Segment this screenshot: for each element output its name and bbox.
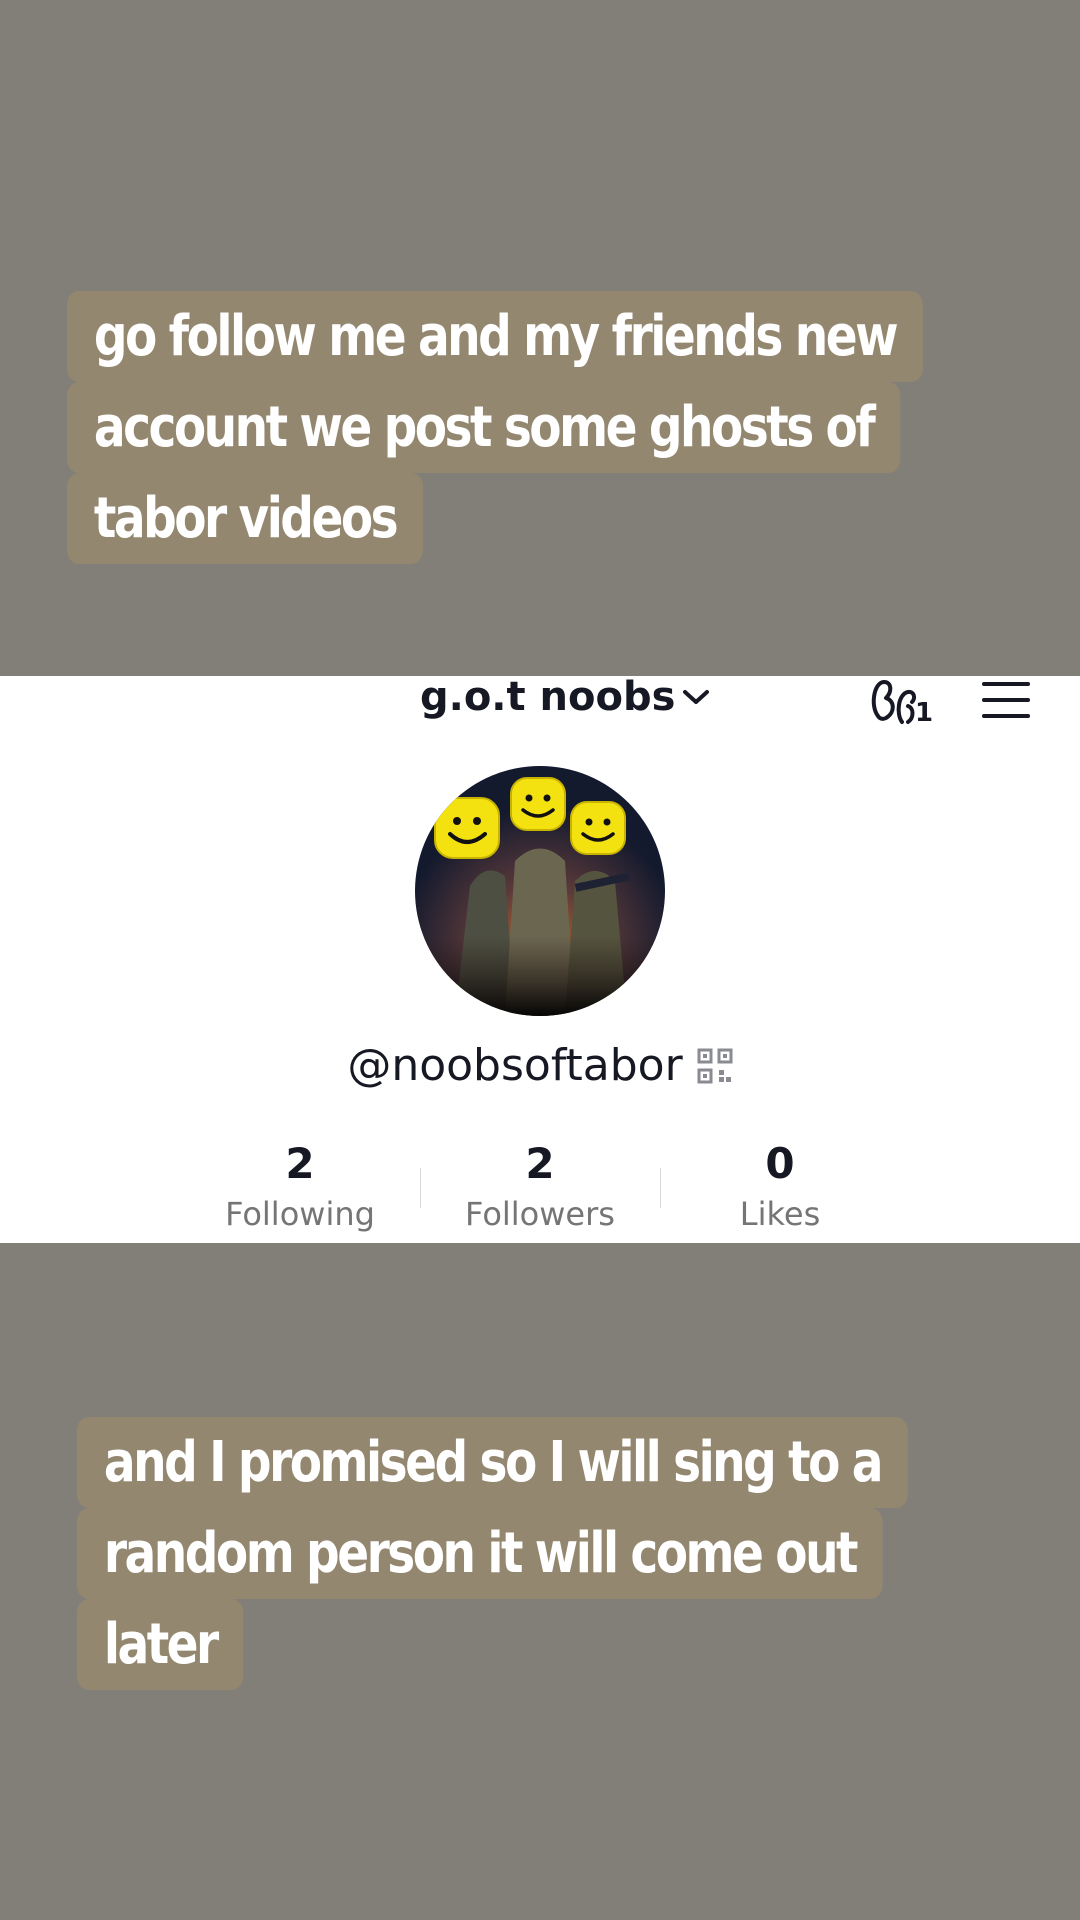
likes-label: Likes: [739, 1195, 821, 1233]
caption-line: and I promised so I will sing to a: [77, 1417, 908, 1508]
followers-label: Followers: [465, 1195, 615, 1233]
friends-count-badge: 1: [915, 698, 934, 728]
following-count: 2: [285, 1139, 315, 1188]
avatar-image: [415, 766, 665, 1016]
caption-line: account we post some ghosts of: [67, 382, 901, 473]
menu-icon[interactable]: [980, 678, 1032, 722]
account-name: g.o.t noobs: [420, 674, 676, 720]
handle-row: @noobsoftabor: [0, 1040, 1080, 1091]
avatar[interactable]: [415, 766, 665, 1016]
chevron-down-icon: [683, 690, 710, 704]
followers-stat[interactable]: 2 Followers: [420, 1138, 660, 1236]
followers-count: 2: [525, 1139, 555, 1188]
likes-count: 0: [765, 1139, 795, 1188]
caption-line: go follow me and my friends new: [67, 291, 923, 382]
qr-code-icon[interactable]: [697, 1048, 733, 1084]
account-switcher[interactable]: g.o.t noobs: [420, 672, 711, 722]
likes-stat[interactable]: 0 Likes: [660, 1138, 900, 1236]
top-caption: go follow me and my friends new account …: [67, 291, 923, 564]
following-stat[interactable]: 2 Following: [180, 1138, 420, 1236]
profile-stats: 2 Following 2 Followers 0 Likes: [180, 1138, 900, 1238]
bottom-caption: and I promised so I will sing to a rando…: [77, 1417, 908, 1690]
caption-line: random person it will come out: [77, 1508, 883, 1599]
caption-line: tabor videos: [67, 473, 424, 564]
following-label: Following: [225, 1195, 375, 1233]
profile-handle: @noobsoftabor: [347, 1040, 683, 1091]
caption-line: later: [77, 1599, 244, 1690]
